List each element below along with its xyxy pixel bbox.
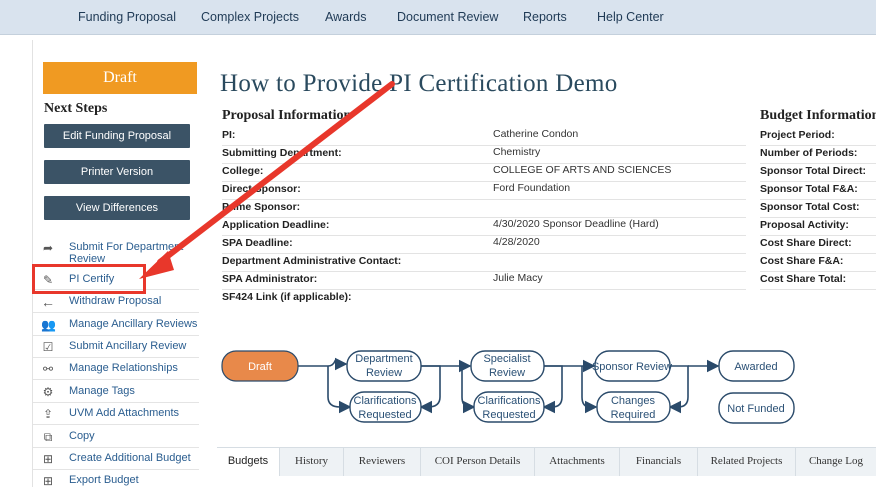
annotation-arrow (139, 81, 395, 279)
annotation-arrow-head (139, 251, 174, 279)
annotation-arrow-line (157, 81, 395, 265)
